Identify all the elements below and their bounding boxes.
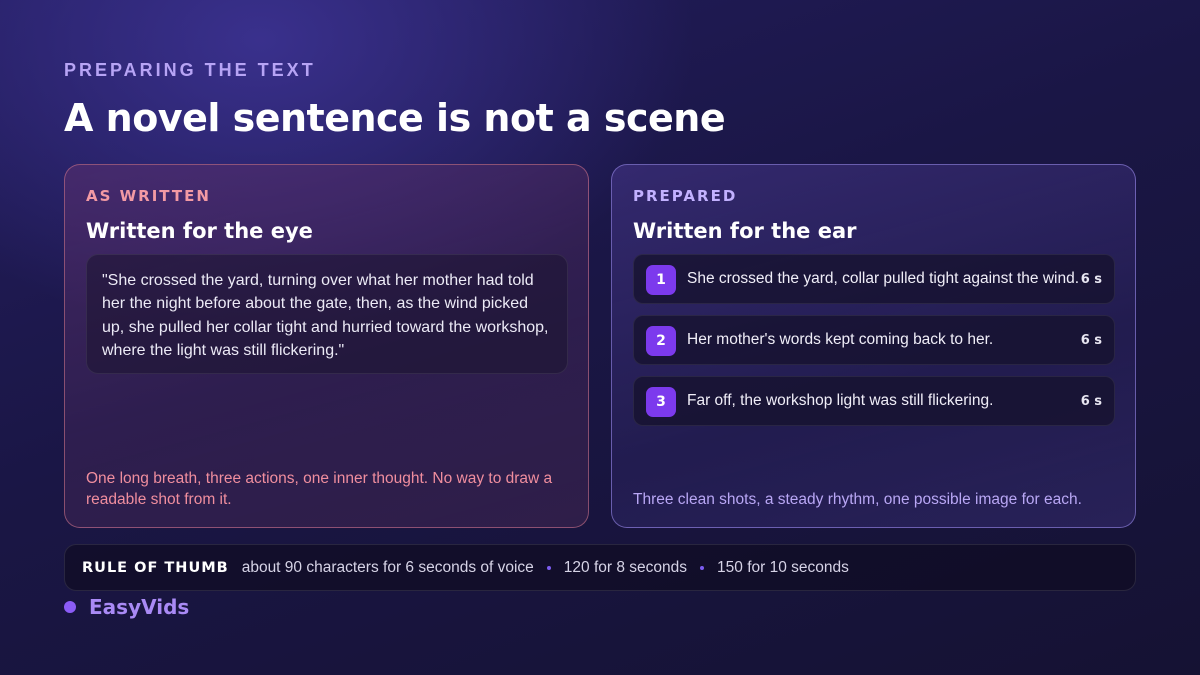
slide-title: A novel sentence is not a scene [64, 96, 726, 140]
as-written-label: AS WRITTEN [86, 187, 211, 205]
step-number-badge: 1 [646, 265, 676, 295]
step-number-badge: 2 [646, 326, 676, 356]
step-duration: 6 s [1080, 272, 1102, 287]
prepared-card: PREPARED Written for the ear 1 She cross… [611, 164, 1136, 528]
dot-separator-icon [546, 565, 551, 570]
step-text: Her mother's words kept coming back to h… [687, 331, 994, 348]
step-duration: 6 s [1080, 333, 1102, 348]
brand-dot-icon [64, 601, 76, 613]
step-duration: 6 s [1080, 394, 1102, 409]
rule-item: 120 for 8 seconds [563, 558, 688, 576]
step-number-badge: 3 [646, 387, 676, 417]
dot-separator-icon [700, 565, 705, 570]
prepared-heading: Written for the ear [633, 219, 857, 243]
as-written-footnote: One long breath, three actions, one inne… [86, 470, 553, 508]
rule-of-thumb-bar: RULE OF THUMB about 90 characters for 6 … [64, 544, 1136, 591]
original-sentence-box: "She crossed the yard, turning over what… [86, 254, 568, 374]
rule-item: 150 for 10 seconds [717, 558, 849, 576]
scene-step: 2 Her mother's words kept coming back to… [633, 315, 1115, 365]
as-written-card: AS WRITTEN Written for the eye "She cros… [64, 164, 589, 528]
rule-of-thumb-label: RULE OF THUMB [82, 559, 229, 576]
eyebrow-label: PREPARING THE TEXT [64, 60, 316, 80]
brand-name: EasyVids [89, 595, 190, 619]
prepared-footnote: Three clean shots, a steady rhythm, one … [633, 491, 1082, 508]
brand: EasyVids [64, 595, 189, 619]
prepared-label: PREPARED [633, 187, 738, 205]
step-text: Far off, the workshop light was still fl… [687, 392, 994, 409]
scene-step: 1 She crossed the yard, collar pulled ti… [633, 254, 1115, 304]
scene-step: 3 Far off, the workshop light was still … [633, 376, 1115, 426]
original-sentence: "She crossed the yard, turning over what… [102, 272, 549, 359]
step-text: She crossed the yard, collar pulled tigh… [687, 270, 1080, 287]
as-written-heading: Written for the eye [86, 219, 313, 243]
rule-item: about 90 characters for 6 seconds of voi… [241, 558, 534, 576]
